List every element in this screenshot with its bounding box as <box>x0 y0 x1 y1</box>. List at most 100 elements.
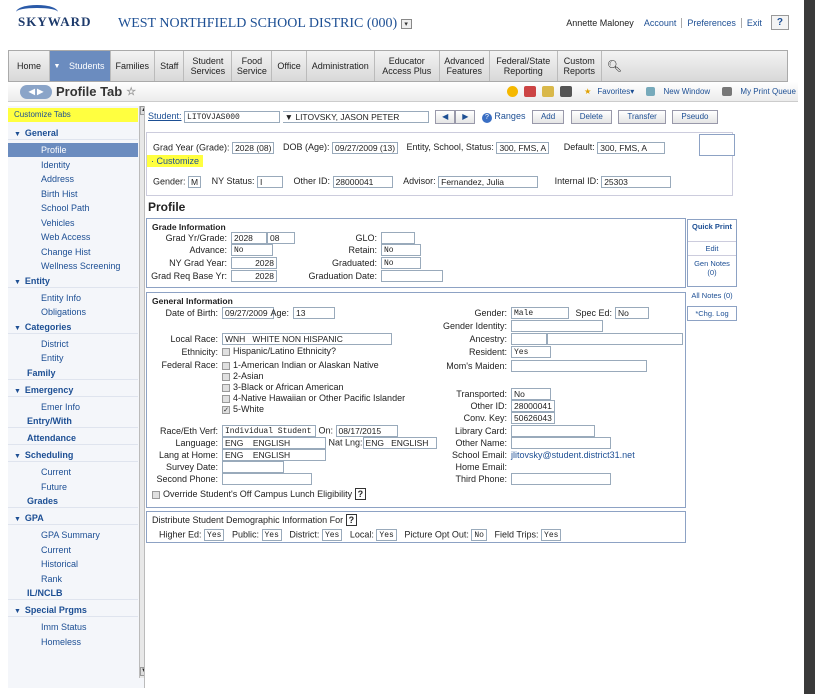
delete-button[interactable]: Delete <box>570 110 612 124</box>
tab-office[interactable]: Office <box>272 51 307 81</box>
federal-race-3[interactable]: 3-Black or African American <box>222 382 344 392</box>
alert-icon[interactable] <box>507 86 519 97</box>
federal-race-1[interactable]: 1-American Indian or Alaskan Native <box>222 360 379 370</box>
school-email-link[interactable]: jlitovsky@student.district31.net <box>511 450 635 460</box>
sidebar-item-change-hist[interactable]: Change Hist <box>8 245 138 259</box>
sidebar-item-profile[interactable]: Profile <box>8 143 138 157</box>
sidebar-item-categories[interactable]: ▼ Categories <box>8 320 138 334</box>
help-button[interactable]: ? <box>770 15 789 30</box>
sidebar-item-current[interactable]: Current <box>8 465 138 479</box>
nav-dropdown-icon[interactable]: ▼ <box>50 51 65 81</box>
search-icon[interactable]: 🔍︎ <box>602 51 627 81</box>
tab-staff[interactable]: Staff <box>155 51 185 81</box>
student-label[interactable]: Student: <box>148 111 182 121</box>
sidebar-item-imm-status[interactable]: Imm Status <box>8 620 138 634</box>
sidebar-item-school-path[interactable]: School Path <box>8 201 138 215</box>
federal-race-2-box[interactable] <box>222 372 230 381</box>
ethnicity-checkbox[interactable]: Hispanic/Latino Ethnicity? <box>222 346 336 356</box>
federal-race-5-box[interactable]: ✓ <box>222 405 230 414</box>
sidebar-item-district[interactable]: District <box>8 337 138 351</box>
sidebar-item-grades[interactable]: Grades <box>8 494 138 508</box>
district-dropdown-icon[interactable]: ▾ <box>400 18 412 29</box>
tab-custom-reports[interactable]: Custom Reports <box>558 51 602 81</box>
sidebar-item-homeless[interactable]: Homeless <box>8 635 138 649</box>
all-notes-button[interactable]: All Notes (0) <box>687 290 737 304</box>
override-lunch-checkbox[interactable]: Override Student's Off Campus Lunch Elig… <box>152 488 367 500</box>
sidebar-item-gpa-summary[interactable]: GPA Summary <box>8 528 138 542</box>
sidebar-item-identity[interactable]: Identity <box>8 158 138 172</box>
sidebar-item-entry-with[interactable]: Entry/With <box>8 414 138 428</box>
pseudo-button[interactable]: Pseudo <box>672 110 718 124</box>
sidebar-item-emergency[interactable]: ▼ Emergency <box>8 383 138 397</box>
override-help-icon[interactable]: ? <box>354 488 367 500</box>
sidebar-item-wellness-screening[interactable]: Wellness Screening <box>8 259 138 273</box>
sidebar-item-emer-info[interactable]: Emer Info <box>8 400 138 414</box>
federal-race-4[interactable]: 4-Native Hawaiian or Other Pacific Islan… <box>222 393 405 403</box>
sidebar-item-rank[interactable]: Rank <box>8 572 138 586</box>
sidebar-item-obligations[interactable]: Obligations <box>8 305 138 319</box>
new-window-link[interactable]: New Window <box>640 87 710 97</box>
tab-federal-state-reporting[interactable]: Federal/State Reporting <box>490 51 558 81</box>
sidebar-item-attendance[interactable]: Attendance <box>8 431 138 445</box>
star-icon[interactable]: ☆ <box>126 85 136 98</box>
edit-button[interactable]: Edit <box>688 242 736 256</box>
tab-advanced-features[interactable]: Advanced Features <box>440 51 490 81</box>
notes-icon[interactable] <box>542 86 555 97</box>
preferences-link[interactable]: Preferences <box>682 17 742 28</box>
next-student-button[interactable]: ▶ <box>455 110 476 124</box>
tab-student-services[interactable]: Student Services <box>184 51 233 81</box>
student-id-input[interactable]: LITOVJAS000 <box>184 110 281 123</box>
sidebar-item-entity[interactable]: ▼ Entity <box>8 274 138 288</box>
add-button[interactable]: Add <box>531 110 565 124</box>
tab-students[interactable]: Students <box>64 51 111 81</box>
federal-race-5[interactable]: ✓ 5-White <box>222 404 264 414</box>
override-lunch-box[interactable] <box>152 490 160 499</box>
scroll-up-icon[interactable]: ▲ <box>140 106 144 115</box>
quick-print-button[interactable]: Quick Print <box>688 220 736 242</box>
picture-opt-out-label: Picture Opt Out: <box>404 529 469 540</box>
favorites-menu[interactable]: ★ Favorites▾ <box>578 87 634 96</box>
sidebar-item-gpa[interactable]: ▼ GPA <box>8 511 138 525</box>
federal-race-4-box[interactable] <box>222 394 230 403</box>
sidebar-item-entity-info[interactable]: Entity Info <box>8 291 138 305</box>
sidebar-item-family[interactable]: Family <box>8 366 138 380</box>
sidebar-item-scheduling[interactable]: ▼ Scheduling <box>8 448 138 462</box>
exit-link[interactable]: Exit <box>742 18 767 28</box>
print-queue-link[interactable]: My Print Queue <box>716 87 796 97</box>
ranges-link[interactable]: ? Ranges <box>481 111 525 123</box>
tab-home[interactable]: Home <box>9 51 51 81</box>
transfer-button[interactable]: Transfer <box>618 110 666 124</box>
tab-administration[interactable]: Administration <box>307 51 375 81</box>
distribute-help-icon[interactable]: ? <box>345 514 358 526</box>
sidebar-item-special-prgms[interactable]: ▼ Special Prgms <box>8 603 138 617</box>
chg-log-button[interactable]: *Chg. Log <box>687 306 737 321</box>
federal-race-3-box[interactable] <box>222 383 230 392</box>
camera-icon[interactable] <box>560 86 573 97</box>
back-forward-icon[interactable]: ◀ ▶ <box>20 84 52 99</box>
federal-race-1-box[interactable] <box>222 361 230 370</box>
customize-tabs-link[interactable]: Customize Tabs <box>8 108 138 122</box>
sidebar-item-vehicles[interactable]: Vehicles <box>8 216 138 230</box>
sidebar-item-future[interactable]: Future <box>8 480 138 494</box>
sidebar-item-address[interactable]: Address <box>8 172 138 186</box>
tab-educator-access-plus[interactable]: Educator Access Plus <box>375 51 440 81</box>
tab-food-service[interactable]: Food Service <box>232 51 273 81</box>
tab-families[interactable]: Families <box>111 51 156 81</box>
sidebar-item-general[interactable]: ▼ General <box>8 126 138 140</box>
federal-race-2[interactable]: 2-Asian <box>222 371 264 381</box>
warning-icon[interactable] <box>524 86 537 97</box>
gen-notes-button[interactable]: Gen Notes (0) <box>688 256 736 280</box>
sidebar-item-il-nclb[interactable]: IL/NCLB <box>8 586 138 600</box>
account-link[interactable]: Account <box>639 17 683 28</box>
sidebar-item-birth-hist[interactable]: Birth Hist <box>8 187 138 201</box>
sidebar-item-historical[interactable]: Historical <box>8 557 138 571</box>
sidebar-item-web-access[interactable]: Web Access <box>8 230 138 244</box>
customize-link[interactable]: · Customize <box>147 155 204 167</box>
scroll-down-icon[interactable]: ▼ <box>140 667 144 676</box>
sidebar-scrollbar[interactable]: ▲ ▼ <box>139 106 144 678</box>
ethnicity-checkbox-box[interactable] <box>222 347 230 356</box>
prev-student-button[interactable]: ◀ <box>435 110 456 124</box>
sidebar-item-current[interactable]: Current <box>8 543 138 557</box>
sidebar-item-entity[interactable]: Entity <box>8 351 138 365</box>
student-name-select[interactable]: ▼ LITOVSKY, JASON PETER <box>282 110 429 123</box>
